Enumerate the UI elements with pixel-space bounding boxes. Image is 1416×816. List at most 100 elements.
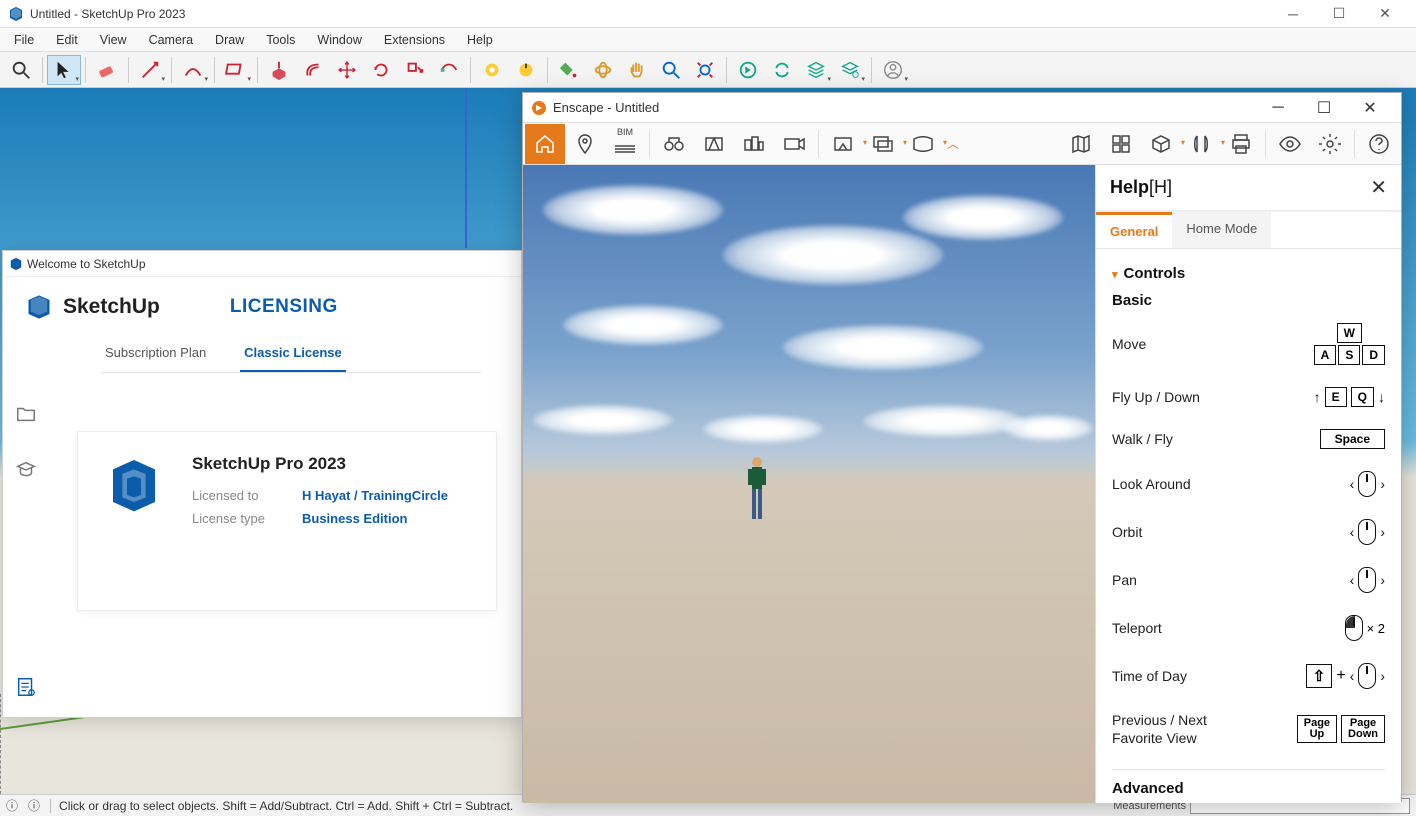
scale-tool-icon[interactable] bbox=[398, 55, 432, 85]
mouse-icon bbox=[1358, 471, 1376, 497]
key-shift: ⇧ bbox=[1306, 664, 1333, 688]
panorama-icon[interactable]: ▾ bbox=[903, 124, 943, 164]
license-info: SketchUp Pro 2023 Licensed toH Hayat / T… bbox=[192, 454, 448, 588]
map-icon[interactable] bbox=[1061, 124, 1101, 164]
screenshot-icon[interactable]: ▾ bbox=[823, 124, 863, 164]
enscape-window: Enscape - Untitled ─ ☐ ✕ BIM ▾ ▾ ▾ ︿ ▾ ▾ bbox=[522, 92, 1402, 802]
close-button[interactable]: ✕ bbox=[1362, 0, 1408, 28]
followme-tool-icon[interactable] bbox=[432, 55, 466, 85]
enscape-body: Help[H] ✕ General Home Mode Controls Bas… bbox=[523, 165, 1401, 803]
license-page-icon[interactable] bbox=[15, 676, 37, 703]
zoom-tool-icon[interactable] bbox=[654, 55, 688, 85]
visual-settings-icon[interactable] bbox=[1270, 124, 1310, 164]
row-move: Move W A S D bbox=[1112, 323, 1385, 365]
licensed-to-value: H Hayat / TrainingCircle bbox=[302, 488, 448, 503]
help-close-icon[interactable]: ✕ bbox=[1370, 175, 1387, 200]
batch-render-icon[interactable] bbox=[734, 124, 774, 164]
enscape-sync-icon[interactable] bbox=[765, 55, 799, 85]
menu-window[interactable]: Window bbox=[309, 31, 369, 49]
video-icon[interactable] bbox=[774, 124, 814, 164]
arc-tool-icon[interactable]: ▾ bbox=[176, 55, 210, 85]
safe-frame-icon[interactable] bbox=[694, 124, 734, 164]
tab-general[interactable]: General bbox=[1096, 212, 1172, 248]
select-tool-icon[interactable]: ▾ bbox=[47, 55, 81, 85]
text-tool-icon[interactable] bbox=[509, 55, 543, 85]
menu-camera[interactable]: Camera bbox=[141, 31, 201, 49]
binoculars-icon[interactable] bbox=[654, 124, 694, 164]
menu-extensions[interactable]: Extensions bbox=[376, 31, 453, 49]
mouse-icon bbox=[1358, 663, 1376, 689]
status-hint: Click or drag to select objects. Shift =… bbox=[50, 799, 513, 813]
orbit-tool-icon[interactable] bbox=[586, 55, 620, 85]
user-indicator-icon[interactable]: ⓘ bbox=[28, 797, 40, 814]
menu-help[interactable]: Help bbox=[459, 31, 501, 49]
menu-view[interactable]: View bbox=[92, 31, 135, 49]
eraser-tool-icon[interactable] bbox=[90, 55, 124, 85]
pushpull-tool-icon[interactable] bbox=[262, 55, 296, 85]
learn-icon[interactable] bbox=[13, 457, 39, 483]
row-pan: Pan ‹› bbox=[1112, 567, 1385, 593]
row-prevnext: Previous / Next Favorite View PageUp Pag… bbox=[1112, 711, 1385, 747]
tab-home-mode[interactable]: Home Mode bbox=[1172, 212, 1271, 248]
batch-screenshot-icon[interactable]: ▾ bbox=[863, 124, 903, 164]
zoom-extents-icon[interactable] bbox=[688, 55, 722, 85]
key-q: Q bbox=[1351, 387, 1374, 407]
cube-icon[interactable]: ▾ bbox=[1141, 124, 1181, 164]
key-a: A bbox=[1314, 345, 1337, 365]
welcome-header: SketchUp LICENSING bbox=[3, 277, 521, 327]
brand-text: SketchUp bbox=[63, 295, 160, 319]
tab-classic-license[interactable]: Classic License bbox=[240, 339, 346, 372]
bim-icon[interactable]: BIM bbox=[605, 124, 645, 164]
row-flyupdown: Fly Up / Down ↑ E Q ↓ bbox=[1112, 387, 1385, 407]
enscape-views-icon[interactable]: ▾ bbox=[799, 55, 833, 85]
enscape-logo-icon bbox=[531, 100, 547, 116]
user-account-icon[interactable]: ▾ bbox=[876, 55, 910, 85]
compare-icon[interactable]: ▾ bbox=[1181, 124, 1221, 164]
key-s: S bbox=[1338, 345, 1360, 365]
welcome-sidebar bbox=[13, 401, 39, 483]
menu-edit[interactable]: Edit bbox=[48, 31, 86, 49]
home-icon[interactable] bbox=[525, 124, 565, 164]
menu-file[interactable]: File bbox=[6, 31, 42, 49]
dashed-guide-v bbox=[0, 694, 1, 794]
folder-icon[interactable] bbox=[13, 401, 39, 427]
help-content[interactable]: Controls Basic Move W A S D Fly Up / Dow… bbox=[1096, 249, 1401, 803]
enscape-toolbar: BIM ▾ ▾ ▾ ︿ ▾ ▾ bbox=[523, 123, 1401, 165]
tape-tool-icon[interactable] bbox=[475, 55, 509, 85]
enscape-close-button[interactable]: ✕ bbox=[1347, 93, 1393, 123]
asset-library-icon[interactable] bbox=[1101, 124, 1141, 164]
tab-subscription[interactable]: Subscription Plan bbox=[101, 339, 210, 372]
rectangle-tool-icon[interactable]: ▾ bbox=[219, 55, 253, 85]
maximize-button[interactable]: ☐ bbox=[1316, 0, 1362, 28]
enscape-manage-icon[interactable]: ▾ bbox=[833, 55, 867, 85]
enscape-minimize-button[interactable]: ─ bbox=[1255, 93, 1301, 123]
print-icon[interactable] bbox=[1221, 124, 1261, 164]
enscape-start-icon[interactable] bbox=[731, 55, 765, 85]
product-logo-icon bbox=[106, 454, 162, 588]
rotate-tool-icon[interactable] bbox=[364, 55, 398, 85]
minimize-button[interactable]: ─ bbox=[1270, 0, 1316, 28]
settings-gear-icon[interactable] bbox=[1310, 124, 1350, 164]
sketchup-small-icon bbox=[9, 257, 23, 271]
menu-tools[interactable]: Tools bbox=[258, 31, 303, 49]
enscape-viewport[interactable] bbox=[523, 165, 1095, 803]
pan-tool-icon[interactable] bbox=[620, 55, 654, 85]
line-tool-icon[interactable]: ▾ bbox=[133, 55, 167, 85]
location-pin-icon[interactable] bbox=[565, 124, 605, 164]
search-tool-icon[interactable] bbox=[4, 55, 38, 85]
help-circle-icon[interactable] bbox=[1359, 124, 1399, 164]
blue-axis bbox=[465, 88, 467, 248]
paint-tool-icon[interactable] bbox=[552, 55, 586, 85]
offset-tool-icon[interactable] bbox=[296, 55, 330, 85]
move-tool-icon[interactable] bbox=[330, 55, 364, 85]
enscape-title: Enscape - Untitled bbox=[553, 100, 1255, 115]
help-indicator-icon[interactable]: ⓘ bbox=[6, 797, 18, 814]
menu-draw[interactable]: Draw bbox=[207, 31, 252, 49]
main-toolbar: ▾ ▾ ▾ ▾ ▾ ▾ ▾ bbox=[0, 52, 1416, 88]
key-e: E bbox=[1325, 387, 1347, 407]
enscape-maximize-button[interactable]: ☐ bbox=[1301, 93, 1347, 123]
sketchup-logo-icon bbox=[8, 6, 24, 22]
controls-section: Controls bbox=[1112, 265, 1385, 282]
help-header: Help[H] ✕ bbox=[1096, 165, 1401, 212]
welcome-dialog: Welcome to SketchUp SketchUp LICENSING S… bbox=[2, 250, 522, 718]
